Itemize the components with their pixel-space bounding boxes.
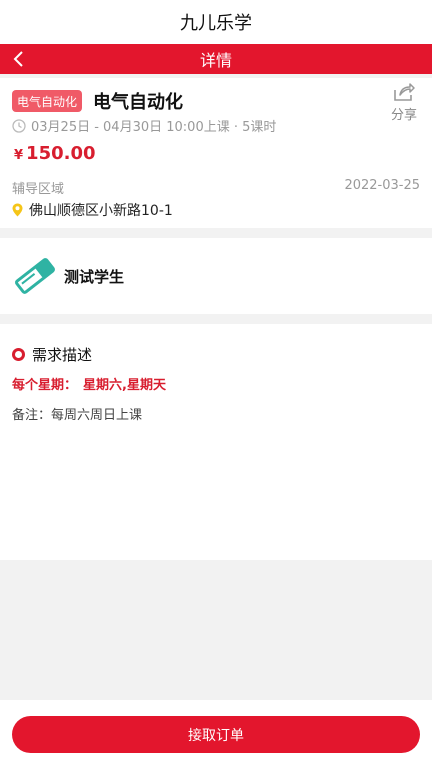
- nav-title: 详情: [199, 51, 232, 70]
- price-currency: ¥: [14, 148, 24, 163]
- price-amount: 150.00: [26, 143, 96, 164]
- share-icon: [394, 83, 415, 101]
- area-label: 辅导区域: [12, 182, 65, 197]
- note-text: 备注：每周六周日上课: [12, 408, 143, 423]
- week-row: 每个星期： 星期六,星期天: [12, 374, 166, 393]
- clock-icon: [12, 118, 26, 133]
- schedule-text: 03月25日 - 04月30日 10:00上课 · 5课时: [31, 120, 277, 135]
- requirement-header: 需求描述: [12, 344, 92, 365]
- accept-order-button[interactable]: 接取订单: [12, 716, 420, 753]
- course-tag: 电气自动化: [12, 90, 83, 112]
- requirement-title: 需求描述: [32, 346, 93, 364]
- eraser-icon: [15, 258, 55, 294]
- schedule-row: 03月25日 - 04月30日 10:00上课 · 5课时: [12, 116, 276, 135]
- circle-icon: [12, 348, 25, 361]
- price: ¥150.00: [14, 143, 96, 164]
- post-date: 2022-03-25: [344, 178, 420, 193]
- location-pin-icon: [12, 203, 23, 217]
- back-button[interactable]: [4, 44, 34, 74]
- share-label: 分享: [390, 108, 417, 123]
- address-row: 佛山顺德区小新路10-1: [12, 200, 173, 220]
- student-name: 测试学生: [64, 268, 125, 286]
- bottom-bar: 接取订单: [0, 700, 432, 768]
- app-title: 九儿乐学: [0, 0, 432, 44]
- address-text: 佛山顺德区小新路10-1: [29, 203, 173, 219]
- week-label: 每个星期：: [12, 378, 78, 393]
- requirement-card: 需求描述 每个星期： 星期六,星期天 备注：每周六周日上课: [0, 324, 432, 560]
- student-card[interactable]: 测试学生: [0, 238, 432, 314]
- week-value: 星期六,星期天: [83, 378, 166, 393]
- course-title: 电气自动化: [93, 92, 183, 113]
- share-button[interactable]: 分享: [386, 82, 422, 123]
- app-title-text: 九儿乐学: [180, 13, 252, 34]
- chevron-left-icon: [13, 51, 23, 67]
- course-card: 电气自动化 电气自动化 分享 03月25日 - 04月30日 10:00上课 ·…: [0, 78, 432, 228]
- nav-bar: 详情: [0, 44, 432, 74]
